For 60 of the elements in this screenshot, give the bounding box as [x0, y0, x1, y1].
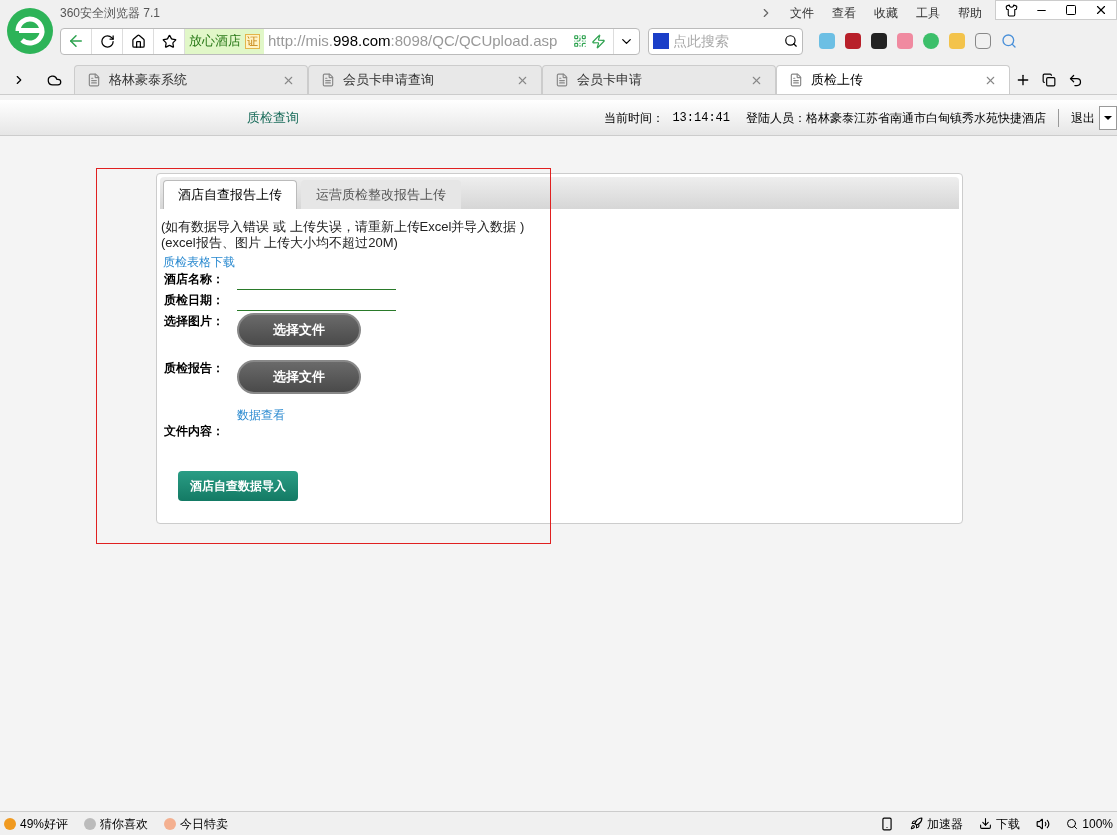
- plus-icon[interactable]: [1015, 72, 1031, 88]
- note-text: (excel报告、图片 上传大小均不超过20M): [161, 235, 399, 251]
- zoom-icon[interactable]: [1066, 817, 1079, 830]
- field-label: 质检报告：: [164, 360, 225, 376]
- status-item[interactable]: 下载: [996, 814, 1021, 833]
- menu-item[interactable]: 文件: [781, 4, 823, 22]
- note-text: (如有数据导入错误 或 上传失误，请重新上传Excel并导入数据 ): [161, 219, 526, 235]
- download-link[interactable]: 质检表格下载: [163, 254, 959, 270]
- field-label: 质检日期：: [164, 292, 225, 308]
- volume-icon[interactable]: [1036, 816, 1051, 831]
- zoom-level[interactable]: 100%: [1082, 814, 1113, 833]
- upload-tab[interactable]: 酒店自查报告上传: [163, 180, 297, 209]
- close-icon[interactable]: [1094, 3, 1108, 17]
- status-item[interactable]: 49%好评: [20, 814, 69, 833]
- search-icon[interactable]: [784, 34, 798, 48]
- download-icon[interactable]: [979, 817, 993, 830]
- nav-link[interactable]: 质检查询: [247, 107, 299, 128]
- cloud-icon[interactable]: [46, 72, 62, 88]
- scroll-button[interactable]: [1099, 105, 1117, 130]
- browser-tab[interactable]: 格林豪泰系统: [74, 65, 308, 94]
- skin-icon[interactable]: [1004, 3, 1018, 17]
- magnifier-icon[interactable]: [1001, 33, 1017, 49]
- logout-link[interactable]: 退出: [1058, 108, 1095, 127]
- page-icon: [789, 73, 803, 87]
- page-icon: [321, 73, 335, 87]
- phone-icon[interactable]: [880, 816, 895, 831]
- browser-tab[interactable]: 会员卡申请: [542, 65, 776, 94]
- current-time: 13:14:41: [672, 109, 730, 127]
- browser-tab[interactable]: 质检上传: [776, 65, 1010, 94]
- menu-item[interactable]: 工具: [907, 4, 949, 22]
- status-item[interactable]: 今日特卖: [180, 814, 229, 833]
- user-name: 格林豪泰江苏省南通市白甸镇秀水苑快捷酒店: [806, 109, 1046, 127]
- field-label: 文件内容：: [164, 423, 225, 439]
- tab-title: 格林豪泰系统: [109, 71, 188, 90]
- undo-icon[interactable]: [1067, 72, 1083, 88]
- page-icon: [555, 73, 569, 87]
- rocket-icon[interactable]: [910, 817, 924, 830]
- menu-item[interactable]: 收藏: [865, 4, 907, 22]
- tab-title: 质检上传: [811, 71, 864, 90]
- view-data-link[interactable]: 数据查看: [237, 407, 959, 423]
- upload-tab[interactable]: 运营质检整改报告上传: [301, 180, 461, 209]
- field-label: 酒店名称：: [164, 271, 225, 287]
- browser-tab[interactable]: 会员卡申请查询: [308, 65, 542, 94]
- browser-logo: [6, 7, 54, 55]
- page-icon: [87, 73, 101, 87]
- tabs-icon[interactable]: [1042, 73, 1056, 87]
- menu-item[interactable]: 查看: [823, 4, 865, 22]
- field-label: 选择图片：: [164, 313, 225, 329]
- maximize-icon[interactable]: [1065, 4, 1077, 16]
- user-label: 登陆人员：: [746, 109, 806, 127]
- tab-title: 会员卡申请查询: [343, 71, 435, 90]
- status-item[interactable]: 猜你喜欢: [100, 814, 149, 833]
- time-label: 当前时间：: [604, 109, 665, 127]
- window-title: 360安全浏览器 7.1: [60, 5, 161, 22]
- choose-file-button[interactable]: 选择文件: [237, 360, 361, 394]
- status-item[interactable]: 加速器: [927, 814, 964, 833]
- tab-title: 会员卡申请: [577, 71, 643, 90]
- import-button[interactable]: 酒店自查数据导入: [178, 471, 298, 501]
- menu-item[interactable]: 帮助: [949, 4, 991, 22]
- choose-file-button[interactable]: 选择文件: [237, 313, 361, 347]
